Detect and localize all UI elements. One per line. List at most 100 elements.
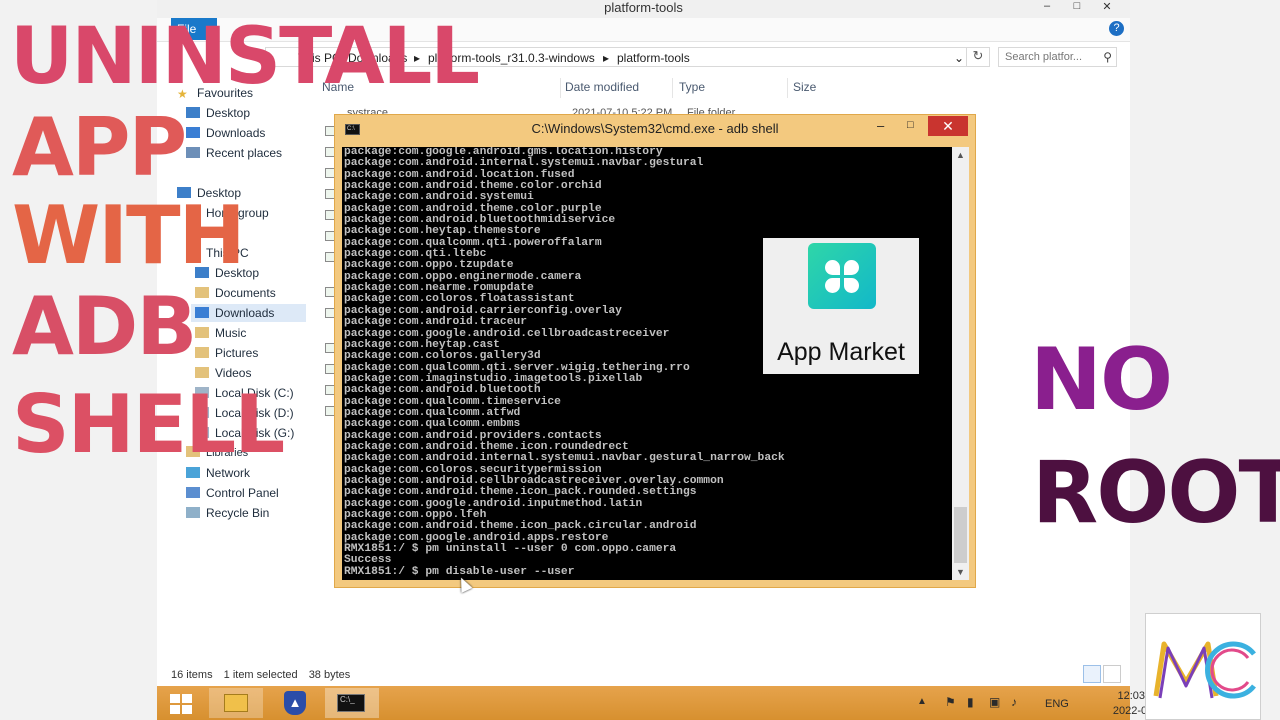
console-line: RMX1851:/ $ pm uninstall --user 0 com.op… [344, 543, 677, 556]
overlay-title-shell: SHELL [12, 378, 285, 471]
close-icon[interactable]: ✕ [1092, 0, 1122, 13]
start-button[interactable] [157, 688, 211, 718]
refresh-icon: ↻ [972, 48, 984, 63]
column-separator [787, 78, 788, 98]
column-size[interactable]: Size [793, 80, 816, 94]
console-line: package:com.android.theme.icon_pack.circ… [344, 520, 697, 533]
nav-label: Downloads [206, 126, 266, 140]
mc-logo-icon [1153, 641, 1256, 699]
nav-control-panel[interactable]: Control Panel [186, 486, 279, 504]
overlay-title-uninstall: UNINSTALL [10, 12, 480, 102]
view-toggle [1083, 665, 1123, 688]
status-bar: 16 items 1 item selected 38 bytes [171, 669, 358, 681]
show-hidden-icons-icon[interactable]: ▲ [917, 696, 927, 707]
volume-icon[interactable]: ♪ [1011, 696, 1023, 708]
videos-icon [195, 367, 209, 378]
nav-recent-places[interactable]: Recent places [186, 146, 282, 164]
console-line: package:com.android.internal.systemui.na… [344, 452, 785, 465]
console-line: RMX1851:/ $ pm disable-user --user [344, 565, 575, 578]
recent-places-icon [186, 147, 200, 158]
app-market-logo-icon [808, 243, 876, 309]
column-separator [672, 78, 673, 98]
power-icon[interactable]: ▮ [967, 696, 979, 708]
nav-recycle-bin[interactable]: Recycle Bin [186, 506, 269, 524]
address-folder-2[interactable]: platform-tools [617, 51, 690, 65]
taskbar-file-explorer[interactable] [209, 688, 263, 718]
control-panel-icon [186, 487, 200, 498]
overlay-title-app: APP [12, 101, 187, 194]
music-icon [195, 327, 209, 338]
overlay-title-root: ROOT [1032, 443, 1280, 543]
documents-icon [195, 287, 209, 298]
maximize-icon[interactable]: □ [1062, 0, 1092, 12]
nav-desktop[interactable]: Desktop [186, 106, 250, 124]
large-icons-view-icon[interactable] [1103, 665, 1121, 683]
logo-petal [825, 260, 840, 275]
downloads-icon [195, 307, 209, 318]
status-size: 38 bytes [308, 669, 351, 681]
maximize-icon[interactable]: □ [907, 119, 914, 131]
status-selected: 1 item selected [223, 669, 298, 681]
scroll-down-icon[interactable]: ▼ [952, 567, 969, 577]
overlay-title-no: NO [1030, 330, 1173, 430]
search-placeholder: Search platfor... [1005, 51, 1083, 63]
flag-icon[interactable]: ⚑ [945, 696, 957, 708]
search-input[interactable]: Search platfor... ⚲ [998, 47, 1117, 67]
console-line: package:com.android.bluetooth [344, 384, 541, 397]
column-type[interactable]: Type [679, 80, 705, 94]
nav-documents[interactable]: Documents [195, 286, 276, 304]
app-market-card: App Market [763, 238, 919, 374]
nav-label: Desktop [206, 106, 251, 120]
channel-logo [1145, 613, 1261, 720]
taskbar-cmd[interactable]: C:\_ [325, 688, 379, 718]
console-line: package:com.android.internal.systemui.na… [344, 157, 704, 170]
nav-label: Recent places [206, 146, 283, 160]
cmd-scrollbar[interactable]: ▲ ▼ [952, 147, 969, 580]
overlay-title-with: WITH [12, 189, 246, 282]
nav-music[interactable]: Music [195, 326, 246, 344]
help-icon[interactable]: ? [1109, 21, 1124, 36]
language-indicator[interactable]: ENG [1045, 698, 1069, 710]
status-item-count: 16 items [171, 669, 213, 681]
network-icon[interactable]: ▣ [989, 696, 1001, 708]
overlay-title-adb: ADB [12, 280, 197, 373]
recycle-bin-icon [186, 507, 200, 518]
console-line: package:com.android.theme.icon_pack.roun… [344, 486, 697, 499]
logo-petal [844, 260, 859, 275]
column-separator [560, 78, 561, 98]
minimize-icon[interactable]: – [1032, 0, 1062, 12]
nav-label: Downloads [215, 306, 275, 320]
folder-icon [224, 694, 248, 712]
details-view-icon[interactable] [1083, 665, 1101, 683]
taskbar: ▲ C:\_ ▲ ⚑ ▮ ▣ ♪ ENG 12:03 PM 2022-01-31 [157, 686, 1169, 720]
desktop-icon [186, 107, 200, 118]
cmd-titlebar[interactable]: C:\ C:\Windows\System32\cmd.exe - adb sh… [335, 115, 975, 145]
scroll-thumb[interactable] [954, 507, 967, 563]
logo-petal [825, 278, 840, 293]
nav-downloads[interactable]: Downloads [186, 126, 265, 144]
cmd-icon: C:\_ [337, 694, 365, 712]
minimize-icon[interactable]: – [877, 118, 884, 133]
nav-pictures[interactable]: Pictures [195, 346, 258, 364]
nav-label: Documents [215, 286, 276, 300]
close-icon[interactable]: ✕ [928, 116, 968, 136]
windows-logo-icon [170, 694, 192, 714]
scroll-up-icon[interactable]: ▲ [952, 150, 969, 160]
pictures-icon [195, 347, 209, 358]
nav-label: Recycle Bin [206, 506, 270, 520]
nav-label: Music [215, 326, 247, 340]
downloads-icon [186, 127, 200, 138]
address-sep-2: ▸ [603, 51, 610, 65]
nav-downloads-pc[interactable]: Downloads [191, 304, 306, 322]
search-icon: ⚲ [1103, 50, 1112, 64]
nav-label: Control Panel [206, 486, 279, 500]
taskbar-brave-browser[interactable]: ▲ [267, 688, 321, 718]
chevron-down-icon[interactable]: ⌄ [954, 51, 964, 65]
brave-browser-icon: ▲ [284, 691, 306, 715]
console-line: package:com.qualcomm.embms [344, 418, 521, 431]
column-date-modified[interactable]: Date modified [565, 80, 639, 94]
refresh-button[interactable]: ↻ [966, 47, 990, 67]
nav-label: Pictures [215, 346, 259, 360]
app-market-name: App Market [777, 338, 905, 366]
logo-petal [844, 278, 859, 293]
